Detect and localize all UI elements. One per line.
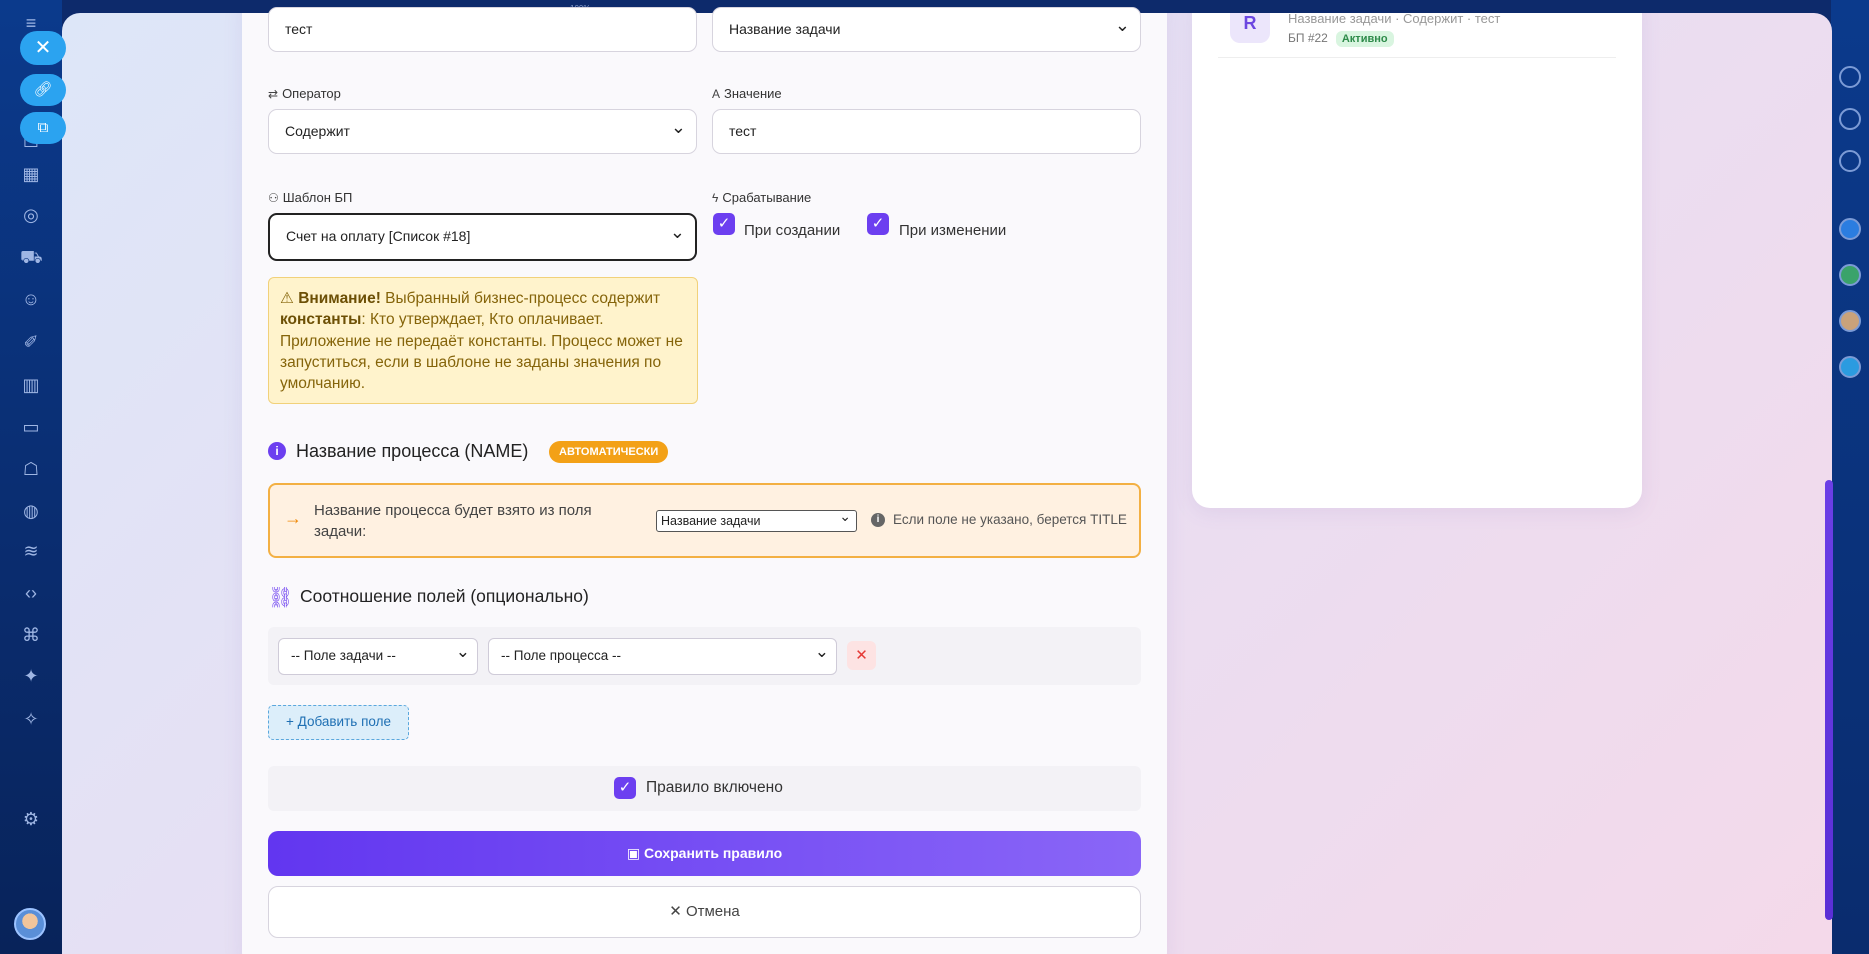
rule-enabled-row: ✓ Правило включено bbox=[268, 766, 1141, 811]
rules-list-card: R Название задачи · Содержит · тест БП #… bbox=[1192, 13, 1642, 508]
info-icon: i bbox=[871, 513, 885, 527]
message-icon[interactable] bbox=[1839, 356, 1861, 378]
target-icon[interactable] bbox=[1839, 108, 1861, 130]
rule-bp-id: БП #22 bbox=[1288, 31, 1328, 45]
sitemap-icon: ⚇ bbox=[268, 191, 279, 205]
template-label: ⚇ Шаблон БП bbox=[268, 190, 353, 205]
remove-mapping-button[interactable]: ✕ bbox=[847, 641, 876, 670]
process-name-title: Название процесса (NAME) bbox=[296, 441, 529, 461]
edit-icon[interactable]: ✐ bbox=[20, 331, 42, 353]
apps-icon[interactable]: ✧ bbox=[20, 708, 42, 730]
flow-icon[interactable]: ≋ bbox=[20, 540, 42, 562]
scrollbar-thumb[interactable] bbox=[1825, 480, 1833, 920]
save-icon: ▣ bbox=[626, 845, 644, 861]
condition-value-field-top[interactable]: тест bbox=[268, 7, 697, 52]
add-field-button[interactable]: + Добавить поле bbox=[268, 705, 409, 740]
trigger-label: ϟ Срабатывание bbox=[712, 190, 812, 205]
warning-text-1: Выбранный бизнес-процесс содержит bbox=[380, 290, 661, 307]
process-name-source-select[interactable]: Название задачи bbox=[656, 506, 857, 532]
close-icon: ✕ bbox=[855, 647, 868, 664]
auto-badge: АВТОМАТИЧЕСКИ bbox=[549, 441, 669, 463]
cart-icon[interactable]: ⛟ bbox=[20, 246, 43, 268]
warning-strong: константы bbox=[280, 311, 362, 329]
code-icon[interactable]: ‹› bbox=[20, 582, 42, 604]
flag-icon[interactable] bbox=[1839, 218, 1861, 240]
bell-icon[interactable] bbox=[1839, 66, 1861, 88]
rule-icon: R bbox=[1230, 13, 1270, 43]
globe-icon[interactable]: ◍ bbox=[20, 500, 42, 522]
bp-template-select[interactable]: Счет на оплату [Список #18] bbox=[268, 211, 697, 261]
contact-avatar[interactable] bbox=[1839, 310, 1861, 332]
close-icon: ✕ bbox=[34, 37, 52, 59]
status-badge: Активно bbox=[1335, 31, 1394, 47]
monitor-icon[interactable]: ▭ bbox=[20, 416, 42, 438]
on-create-checkbox[interactable]: ✓ bbox=[713, 213, 735, 235]
constants-warning: ⚠ Внимание! Выбранный бизнес-процесс сод… bbox=[268, 277, 698, 404]
value-input[interactable]: тест bbox=[712, 109, 1141, 154]
external-link-icon: ⧉ bbox=[37, 119, 49, 136]
task-field-select-top[interactable]: Название задачи bbox=[712, 4, 1141, 52]
on-change-checkbox[interactable]: ✓ bbox=[867, 213, 889, 235]
text-icon: A bbox=[712, 87, 721, 101]
list-icon[interactable] bbox=[1839, 264, 1861, 286]
warning-title: Внимание! bbox=[298, 290, 381, 307]
plus-icon: + bbox=[286, 714, 298, 729]
operator-label: ⇄ Оператор bbox=[268, 86, 341, 101]
chart-icon[interactable]: ▥ bbox=[20, 374, 42, 396]
chat-bubble-icon[interactable] bbox=[1839, 150, 1861, 172]
save-rule-button[interactable]: ▣ Сохранить правило bbox=[268, 831, 1141, 876]
contacts-icon[interactable]: ☺ bbox=[20, 288, 42, 310]
mcp-icon[interactable]: ⌘ bbox=[20, 624, 42, 646]
on-create-label: При создании bbox=[744, 222, 841, 239]
close-button[interactable]: ✕ bbox=[20, 31, 66, 65]
warning-icon: ⚠ bbox=[280, 290, 294, 307]
link-icon: 🔗︎ bbox=[33, 81, 53, 98]
link-icon: ⛓ bbox=[268, 587, 294, 609]
rule-subtitle: БП #22 Активно bbox=[1288, 31, 1394, 47]
rule-title: Название задачи · Содержит · тест bbox=[1288, 13, 1501, 26]
settings-icon[interactable]: ⚙ bbox=[20, 808, 42, 830]
ai-icon[interactable]: ✦ bbox=[20, 665, 42, 687]
open-new-window-button[interactable]: ⧉ bbox=[20, 112, 66, 144]
robot-icon[interactable]: ☖ bbox=[20, 458, 42, 480]
close-icon: ✕ bbox=[669, 903, 686, 920]
operator-select[interactable]: Содержит bbox=[268, 106, 697, 154]
rule-enabled-label: Правило включено bbox=[646, 779, 783, 796]
rule-enabled-checkbox[interactable]: ✓ bbox=[614, 777, 636, 799]
process-field-select[interactable]: -- Поле процесса -- bbox=[488, 635, 837, 675]
cancel-label: Отмена bbox=[685, 903, 740, 920]
arrows-icon: ⇄ bbox=[268, 87, 279, 101]
mapping-title: Соотношение полей (опционально) bbox=[300, 586, 589, 606]
target-icon[interactable]: ◎ bbox=[20, 204, 42, 226]
title-fallback-hint: Если поле не указано, берется TITLE bbox=[893, 512, 1127, 527]
calendar-icon[interactable]: ▦ bbox=[20, 163, 42, 185]
process-name-description: Название процесса будет взято из поля за… bbox=[314, 502, 592, 540]
value-label: A Значение bbox=[712, 86, 782, 101]
right-sidebar bbox=[1831, 0, 1869, 954]
user-avatar[interactable] bbox=[14, 908, 46, 940]
on-change-label: При изменении bbox=[899, 222, 1007, 239]
task-field-select[interactable]: -- Поле задачи -- bbox=[278, 635, 478, 675]
add-field-label: Добавить поле bbox=[297, 714, 391, 729]
arrow-right-icon: → bbox=[284, 508, 302, 528]
save-label: Сохранить правило bbox=[644, 845, 783, 861]
info-icon: i bbox=[268, 442, 286, 460]
cancel-button[interactable]: ✕ Отмена bbox=[268, 886, 1141, 938]
copy-link-button[interactable]: 🔗︎ bbox=[20, 74, 66, 106]
bolt-icon: ϟ bbox=[712, 191, 719, 205]
list-item[interactable]: R Название задачи · Содержит · тест БП #… bbox=[1218, 13, 1616, 58]
